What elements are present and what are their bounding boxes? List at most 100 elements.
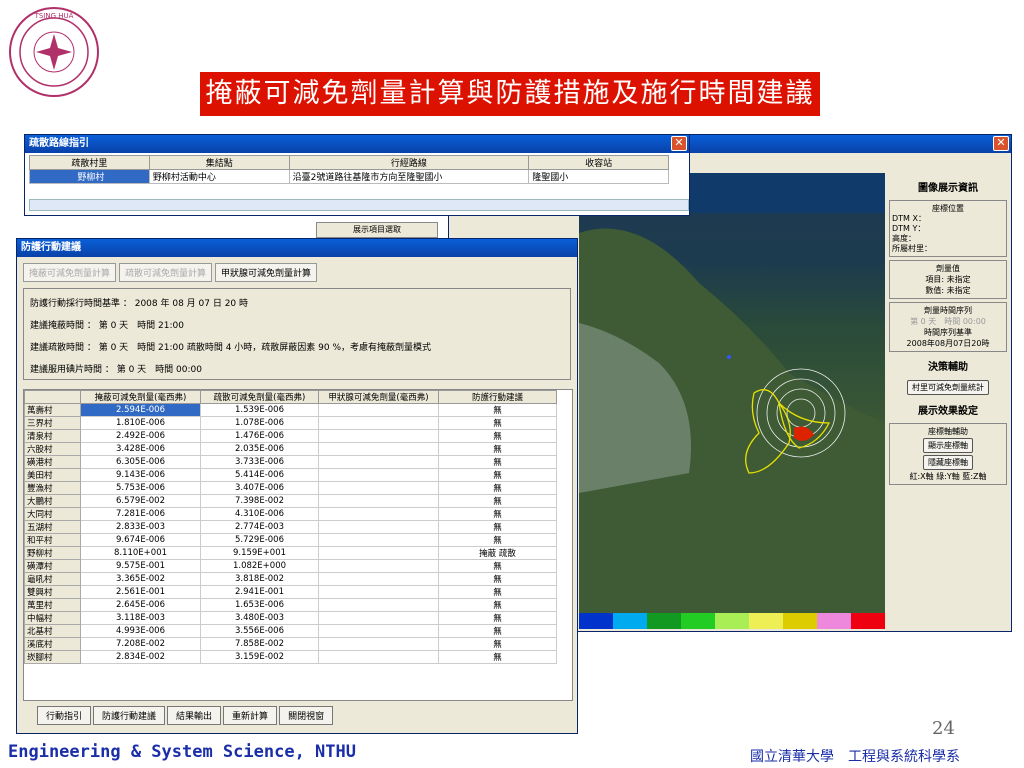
- dose-cell[interactable]: 5.729E-006: [200, 533, 319, 547]
- evac-cell[interactable]: 野柳村活動中心: [148, 169, 290, 184]
- satellite-map[interactable]: [579, 173, 885, 613]
- dose-cell[interactable]: 3.428E-006: [80, 442, 201, 456]
- dose-cell[interactable]: 7.858E-002: [200, 637, 319, 651]
- village-stats-button[interactable]: 村里可減免劑量統計: [907, 380, 989, 395]
- close-icon[interactable]: ✕: [671, 136, 687, 151]
- dose-cell[interactable]: 2.834E-002: [80, 650, 201, 664]
- table-row[interactable]: 磺港村 6.305E-006 3.733E-006 無: [24, 455, 557, 469]
- village-name-cell[interactable]: 野柳村: [24, 546, 81, 560]
- table-row[interactable]: 五湖村 2.833E-003 2.774E-003 無: [24, 520, 557, 534]
- dose-cell[interactable]: 6.305E-006: [80, 455, 201, 469]
- table-row[interactable]: 和平村 9.674E-006 5.729E-006 無: [24, 533, 557, 547]
- display-items-label[interactable]: 展示項目選取: [316, 222, 438, 238]
- dose-cell[interactable]: [318, 637, 439, 651]
- dose-cell[interactable]: 4.993E-006: [80, 624, 201, 638]
- dose-cell[interactable]: 1.653E-006: [200, 598, 319, 612]
- dose-cell[interactable]: 1.810E-006: [80, 416, 201, 430]
- village-name-cell[interactable]: 萬壽村: [24, 403, 81, 417]
- dose-cell[interactable]: 2.833E-003: [80, 520, 201, 534]
- table-row[interactable]: 溪底村 7.208E-002 7.858E-002 無: [24, 637, 557, 651]
- dose-cell[interactable]: [318, 403, 439, 417]
- dose-cell[interactable]: [318, 585, 439, 599]
- dose-cell[interactable]: 1.078E-006: [200, 416, 319, 430]
- evac-cell[interactable]: 隆聖國小: [528, 169, 669, 184]
- dose-cell[interactable]: 8.110E+001: [80, 546, 201, 560]
- dose-cell[interactable]: 無: [438, 468, 557, 482]
- dose-cell[interactable]: 無: [438, 611, 557, 625]
- dose-cell[interactable]: 無: [438, 559, 557, 573]
- close-icon[interactable]: ✕: [993, 136, 1009, 151]
- dose-cell[interactable]: 9.674E-006: [80, 533, 201, 547]
- dose-cell[interactable]: 2.645E-006: [80, 598, 201, 612]
- dose-cell[interactable]: 2.561E-001: [80, 585, 201, 599]
- dose-cell[interactable]: 無: [438, 429, 557, 443]
- dose-cell[interactable]: 7.281E-006: [80, 507, 201, 521]
- table-row[interactable]: 北基村 4.993E-006 3.556E-006 無: [24, 624, 557, 638]
- village-name-cell[interactable]: 北基村: [24, 624, 81, 638]
- table-row[interactable]: 龜吼村 3.365E-002 3.818E-002 無: [24, 572, 557, 586]
- protect-window-titlebar[interactable]: 防護行動建議: [17, 239, 577, 257]
- village-name-cell[interactable]: 三界村: [24, 416, 81, 430]
- table-row[interactable]: 萬里村 2.645E-006 1.653E-006 無: [24, 598, 557, 612]
- dose-cell[interactable]: 9.159E+001: [200, 546, 319, 560]
- dose-cell[interactable]: 無: [438, 533, 557, 547]
- village-name-cell[interactable]: 和平村: [24, 533, 81, 547]
- village-name-cell[interactable]: 五湖村: [24, 520, 81, 534]
- village-name-cell[interactable]: 大鵬村: [24, 494, 81, 508]
- dose-cell[interactable]: 1.539E-006: [200, 403, 319, 417]
- dose-cell[interactable]: 2.492E-006: [80, 429, 201, 443]
- dose-cell[interactable]: [318, 559, 439, 573]
- village-name-cell[interactable]: 大同村: [24, 507, 81, 521]
- table-row[interactable]: 磺潭村 9.575E-001 1.082E+000 無: [24, 559, 557, 573]
- dose-cell[interactable]: [318, 429, 439, 443]
- village-name-cell[interactable]: 萬里村: [24, 598, 81, 612]
- village-name-cell[interactable]: 中幅村: [24, 611, 81, 625]
- evac-cell[interactable]: 野柳村: [29, 169, 150, 184]
- dose-cell[interactable]: 3.556E-006: [200, 624, 319, 638]
- action-guide-button[interactable]: 行動指引: [37, 706, 92, 725]
- table-row[interactable]: 崁腳村 2.834E-002 3.159E-002 無: [24, 650, 557, 664]
- dose-cell[interactable]: [318, 624, 439, 638]
- dose-cell[interactable]: [318, 533, 439, 547]
- dose-cell[interactable]: [318, 546, 439, 560]
- dose-cell[interactable]: 5.753E-006: [80, 481, 201, 495]
- table-row[interactable]: 豐漁村 5.753E-006 3.407E-006 無: [24, 481, 557, 495]
- close-window-button[interactable]: 關閉視窗: [279, 706, 334, 725]
- table-row[interactable]: 野柳村 野柳村活動中心 沿臺2號道路往基隆市方向至隆聖國小 隆聖國小: [29, 169, 669, 184]
- village-name-cell[interactable]: 磺港村: [24, 455, 81, 469]
- table-row[interactable]: 野柳村 8.110E+001 9.159E+001 掩蔽 疏散: [24, 546, 557, 560]
- dose-cell[interactable]: 無: [438, 637, 557, 651]
- dose-cell[interactable]: 無: [438, 507, 557, 521]
- show-axes-button[interactable]: 顯示座標軸: [923, 438, 973, 453]
- table-row[interactable]: 六股村 3.428E-006 2.035E-006 無: [24, 442, 557, 456]
- table-row[interactable]: 清泉村 2.492E-006 1.476E-006 無: [24, 429, 557, 443]
- dose-cell[interactable]: [318, 481, 439, 495]
- village-name-cell[interactable]: 豐漁村: [24, 481, 81, 495]
- dose-cell[interactable]: 2.941E-001: [200, 585, 319, 599]
- dose-cell[interactable]: 3.118E-003: [80, 611, 201, 625]
- dose-cell[interactable]: 無: [438, 416, 557, 430]
- dose-cell[interactable]: [318, 494, 439, 508]
- village-name-cell[interactable]: 雙興村: [24, 585, 81, 599]
- dose-cell[interactable]: 6.579E-002: [80, 494, 201, 508]
- tab-thyroid-dose[interactable]: 甲狀腺可減免劑量計算: [215, 263, 318, 282]
- dose-cell[interactable]: 7.208E-002: [80, 637, 201, 651]
- dose-cell[interactable]: 2.035E-006: [200, 442, 319, 456]
- export-results-button[interactable]: 結果輸出: [167, 706, 222, 725]
- dose-cell[interactable]: 3.480E-003: [200, 611, 319, 625]
- village-name-cell[interactable]: 六股村: [24, 442, 81, 456]
- dose-cell[interactable]: [318, 520, 439, 534]
- dose-cell[interactable]: 掩蔽 疏散: [438, 546, 557, 560]
- dose-cell[interactable]: 無: [438, 455, 557, 469]
- dose-cell[interactable]: 無: [438, 494, 557, 508]
- tab-shelter-dose[interactable]: 掩蔽可減免劑量計算: [23, 263, 117, 282]
- dose-cell[interactable]: [318, 507, 439, 521]
- dose-cell[interactable]: [318, 650, 439, 664]
- recalculate-button[interactable]: 重新計算: [223, 706, 278, 725]
- table-row[interactable]: 大鵬村 6.579E-002 7.398E-002 無: [24, 494, 557, 508]
- dose-cell[interactable]: 無: [438, 572, 557, 586]
- dose-cell[interactable]: 3.365E-002: [80, 572, 201, 586]
- village-name-cell[interactable]: 溪底村: [24, 637, 81, 651]
- village-name-cell[interactable]: 美田村: [24, 468, 81, 482]
- dose-cell[interactable]: [318, 416, 439, 430]
